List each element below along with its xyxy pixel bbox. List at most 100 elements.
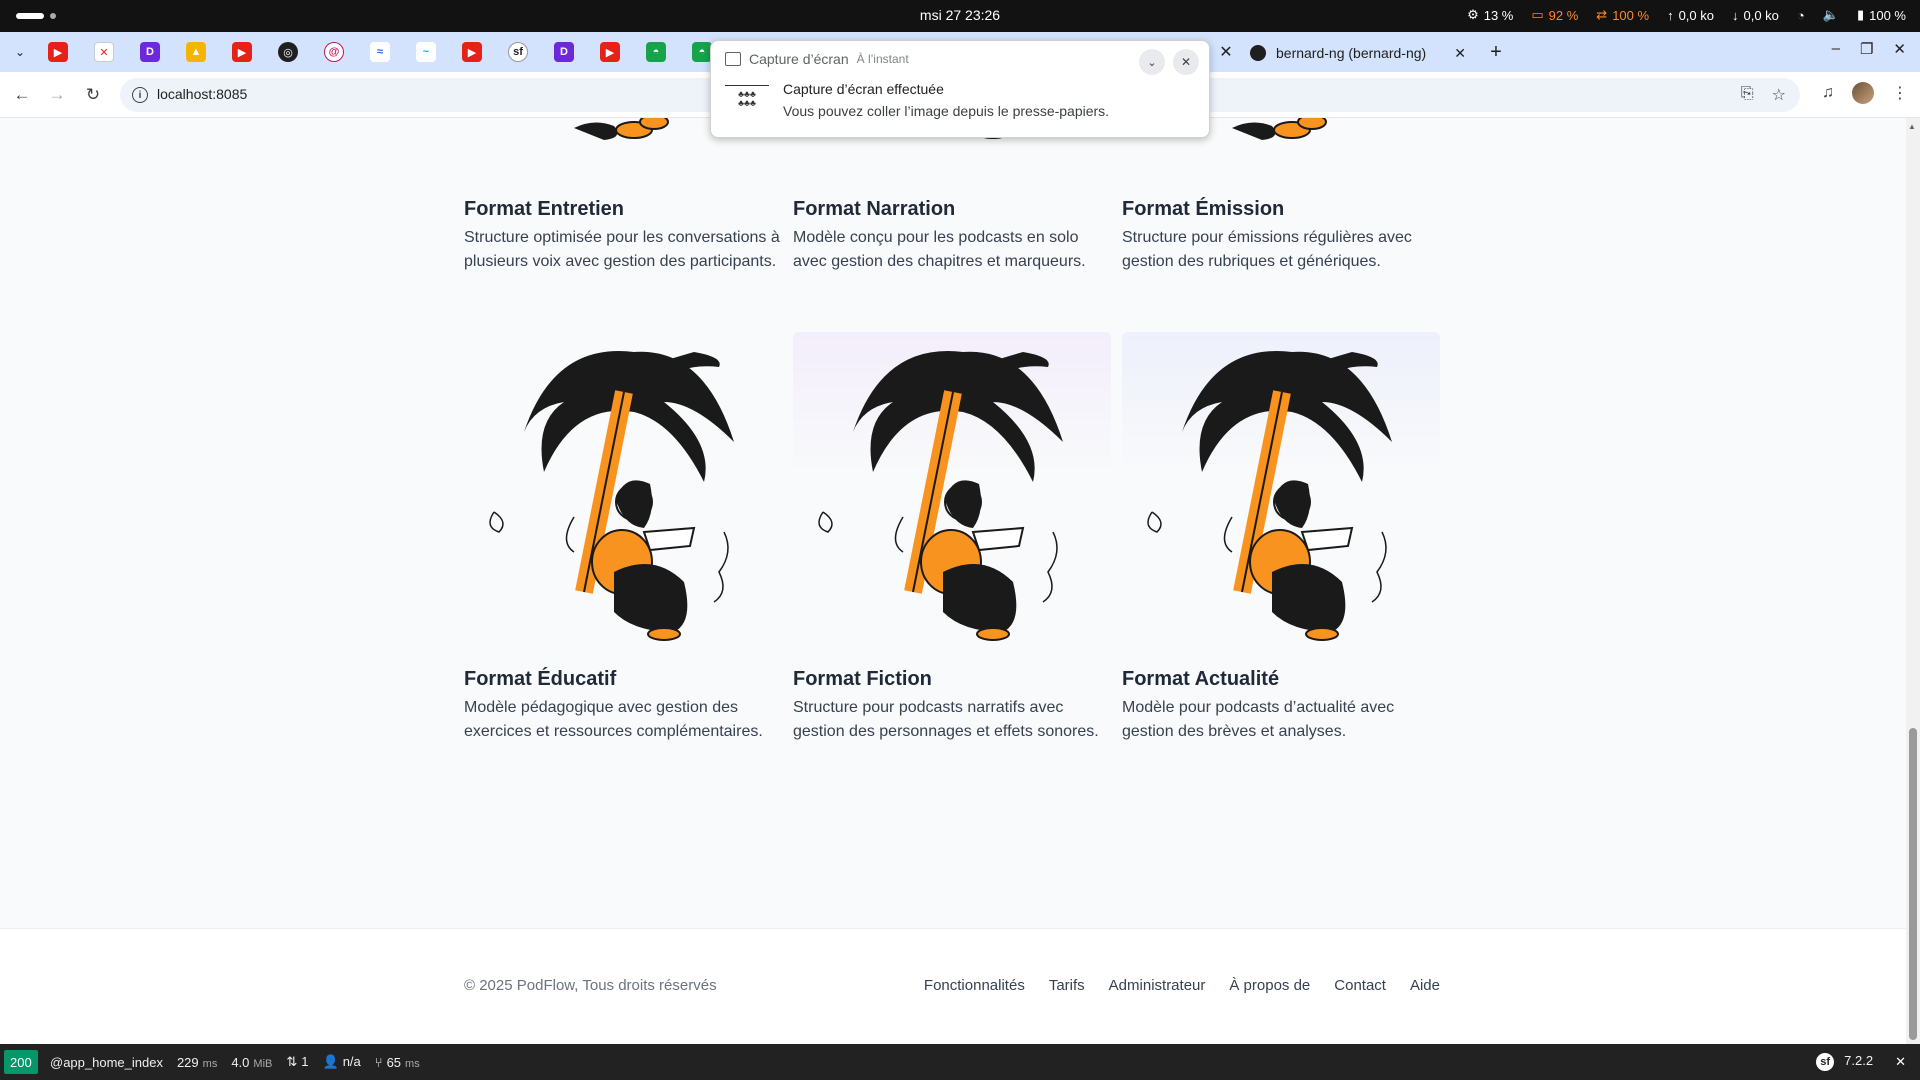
swap-value: 100 %	[1612, 7, 1650, 23]
request-time-unit: ms	[202, 1057, 218, 1070]
new-tab-button[interactable]: +	[1484, 40, 1508, 64]
youtube-icon[interactable]: ▶	[600, 42, 620, 62]
palm-tree-illustration	[464, 332, 782, 650]
page-scrollbar[interactable]: ▲	[1906, 118, 1920, 1044]
target-icon[interactable]: ◎	[278, 42, 298, 62]
minimize-icon[interactable]: –	[1832, 40, 1840, 58]
notification-header: Capture d’écran À l’instant	[725, 51, 909, 67]
footer-link-admin[interactable]: Administrateur	[1109, 977, 1206, 994]
footer-link-about[interactable]: À propos de	[1229, 977, 1310, 994]
feet-illustration-icon	[1232, 118, 1327, 140]
wifi-icon[interactable]: ◔	[1797, 8, 1805, 23]
memory-indicator[interactable]: ▭ 92 %	[1531, 7, 1578, 23]
request-time-value: 229	[176, 1054, 199, 1070]
expand-chevron-icon[interactable]: ⌄	[1139, 49, 1165, 75]
transfer-arrows-icon: ⇅	[286, 1054, 298, 1069]
footer-link-pricing[interactable]: Tarifs	[1049, 977, 1085, 994]
footer-link-help[interactable]: Aide	[1410, 977, 1440, 994]
upload-value: 0,0 ko	[1678, 7, 1714, 23]
card-title: Format Entretien	[464, 198, 625, 220]
notification-body: Vous pouvez coller l’image depuis le pre…	[783, 103, 1110, 119]
db-time[interactable]: ⑂ 65 ms	[375, 1055, 420, 1070]
close-tab-icon[interactable]: ✕	[1454, 45, 1466, 62]
download-arrow-icon: ↓	[1732, 7, 1739, 23]
screenshot-notification[interactable]: Capture d’écran À l’instant ⌄ ✕ ♣♣♣ ♣♣♣ C…	[710, 40, 1210, 138]
cpu-value: 13 %	[1483, 7, 1514, 23]
memory-value: 92 %	[1548, 7, 1579, 23]
route-name[interactable]: @app_home_index	[50, 1055, 163, 1070]
memory-value: 4.0	[231, 1054, 250, 1070]
site-info-icon[interactable]: i	[132, 87, 148, 103]
tab-github[interactable]: bernard-ng (bernard-ng) ✕	[1240, 38, 1476, 68]
restore-icon[interactable]: ❐	[1860, 40, 1873, 58]
footer-link-contact[interactable]: Contact	[1334, 977, 1386, 994]
bookmark-star-icon[interactable]: ☆	[1772, 85, 1786, 105]
close-toolbar-icon[interactable]: ✕	[1895, 1054, 1906, 1070]
security-user[interactable]: 👤 n/a	[323, 1054, 361, 1070]
feet-illustration-icon	[574, 118, 669, 140]
scroll-thumb[interactable]	[1909, 728, 1917, 1040]
tab-search-chevron-icon[interactable]: ⌄	[10, 42, 30, 62]
memory-usage[interactable]: 4.0 MiB	[231, 1055, 272, 1070]
card-title: Format Émission	[1122, 198, 1285, 220]
upload-arrow-icon: ↑	[1667, 7, 1674, 23]
reload-icon[interactable]: ↻	[81, 83, 105, 107]
footer-nav: Fonctionnalités Tarifs Administrateur À …	[924, 977, 1440, 994]
request-count[interactable]: ⇅ 1	[286, 1054, 308, 1070]
footer-link-features[interactable]: Fonctionnalités	[924, 977, 1025, 994]
more-menu-icon[interactable]: ⋮	[1892, 83, 1908, 103]
notification-title: Capture d’écran effectuée	[783, 81, 944, 97]
pinned-tabs: ▶ ✕ D ▲ ▶ ◎ @ ≈ ~ ▶ sf D ▶ ◓ ◓	[48, 42, 712, 62]
red-x-icon[interactable]: ✕	[94, 42, 114, 62]
screenshot-app-icon	[725, 52, 741, 66]
symfony-version-value: 7.2.2	[1844, 1053, 1874, 1068]
swap-icon: ⇄	[1596, 7, 1608, 22]
github-icon	[1250, 45, 1266, 61]
http-status-badge[interactable]: 200	[4, 1050, 38, 1074]
translate-icon[interactable]: ⎘	[1741, 85, 1754, 105]
spiral-icon[interactable]: @	[324, 42, 344, 62]
media-controls-icon[interactable]: ♫	[1822, 84, 1834, 102]
back-arrow-icon[interactable]: ←	[10, 83, 34, 107]
user-icon: 👤	[322, 1054, 339, 1069]
tailwind-icon[interactable]: ~	[416, 42, 436, 62]
request-time[interactable]: 229 ms	[177, 1055, 217, 1070]
memory-icon: ▭	[1531, 7, 1544, 22]
swap-indicator[interactable]: ⇄ 100 %	[1596, 7, 1649, 23]
upload-indicator[interactable]: ↑ 0,0 ko	[1667, 8, 1714, 23]
symfony-logo-icon: sf	[1816, 1053, 1835, 1071]
profile-avatar[interactable]	[1852, 82, 1874, 104]
palm-reader-illustration-icon	[1147, 351, 1392, 641]
card-description: Modèle pédagogique avec gestion des exer…	[464, 699, 763, 740]
purple-app-icon[interactable]: D	[554, 42, 574, 62]
card-description: Structure pour émissions régulières avec…	[1122, 229, 1412, 270]
android-icon[interactable]: ◓	[646, 42, 666, 62]
site-footer: © 2025 PodFlow, Tous droits réservés Fon…	[0, 928, 1906, 1044]
battery-indicator[interactable]: ▮ 100 %	[1857, 7, 1906, 23]
card-description: Modèle conçu pour les podcasts en solo a…	[793, 229, 1086, 270]
wave-icon[interactable]: ≈	[370, 42, 390, 62]
purple-app-icon[interactable]: D	[140, 42, 160, 62]
download-indicator[interactable]: ↓ 0,0 ko	[1732, 8, 1779, 23]
close-notification-icon[interactable]: ✕	[1173, 49, 1199, 75]
forward-arrow-icon[interactable]: →	[45, 83, 69, 107]
screenshot-thumbnail: ♣♣♣ ♣♣♣	[725, 85, 769, 121]
cpu-indicator[interactable]: ⚙ 13 %	[1467, 7, 1513, 23]
omnibox-actions: ⎘ ☆	[1741, 85, 1786, 105]
symfony-icon[interactable]: sf	[508, 42, 528, 62]
volume-icon[interactable]: 🔈	[1823, 7, 1839, 23]
symfony-debug-toolbar: 200 @app_home_index 229 ms 4.0 MiB ⇅ 1 👤 n/a…	[0, 1044, 1920, 1080]
close-tab-icon[interactable]: ✕	[1214, 40, 1238, 64]
palm-reader-illustration-icon	[489, 351, 734, 641]
android-icon[interactable]: ◓	[692, 42, 712, 62]
youtube-icon[interactable]: ▶	[462, 42, 482, 62]
close-window-icon[interactable]: ✕	[1893, 40, 1906, 58]
drive-icon[interactable]: ▲	[186, 42, 206, 62]
url-text[interactable]: localhost:8085	[157, 86, 247, 102]
palm-tree-illustration	[793, 332, 1111, 650]
scroll-up-arrow-icon[interactable]: ▲	[1908, 122, 1916, 131]
youtube-icon[interactable]: ▶	[232, 42, 252, 62]
youtube-icon[interactable]: ▶	[48, 42, 68, 62]
symfony-version[interactable]: sf 7.2.2	[1816, 1053, 1873, 1071]
window-controls: – ❐ ✕	[1832, 40, 1906, 58]
